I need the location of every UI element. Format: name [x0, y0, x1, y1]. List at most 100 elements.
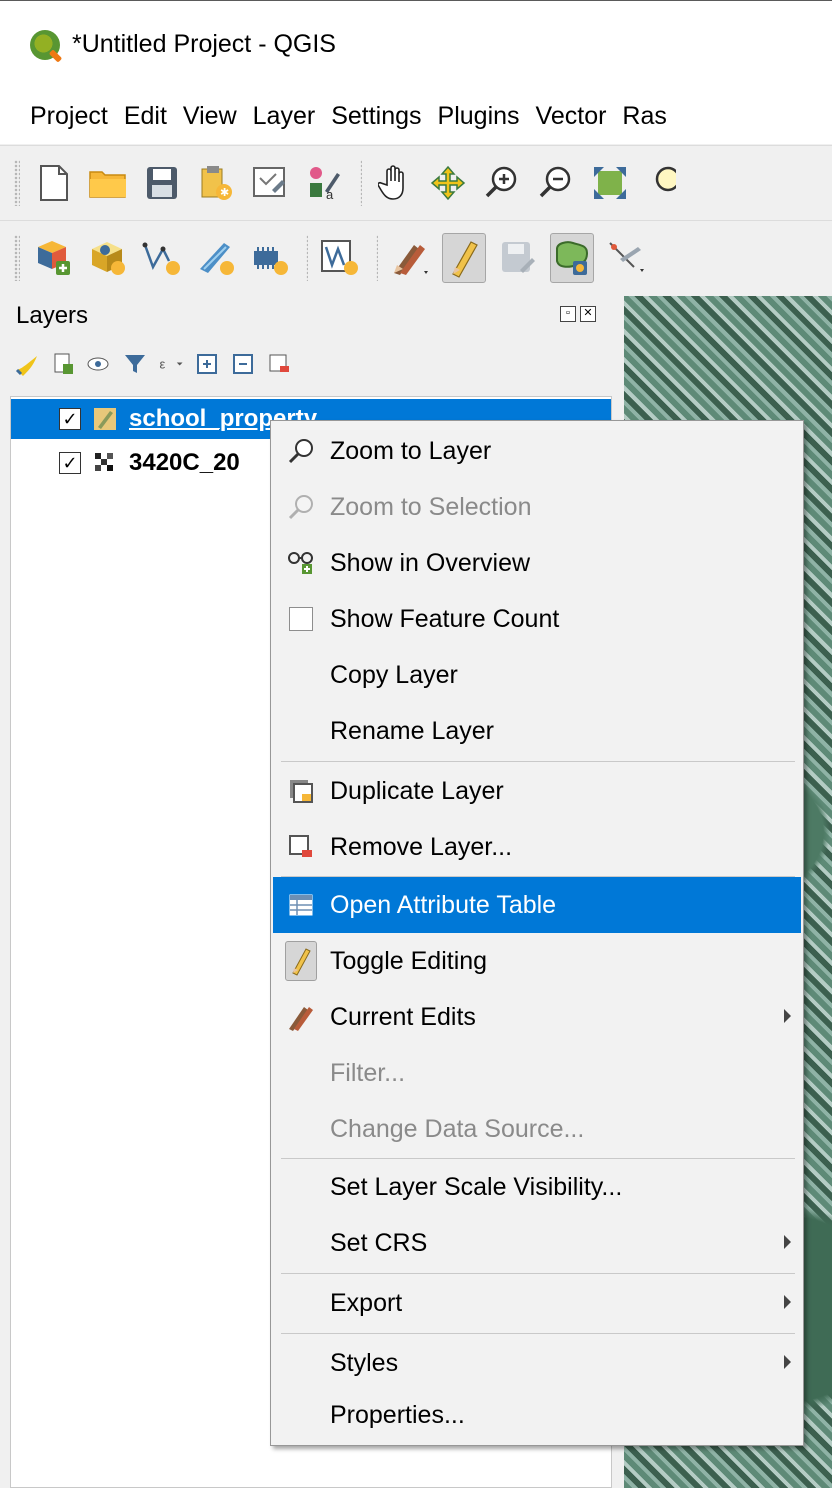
save-as-icon[interactable]: ✱	[194, 158, 238, 208]
expand-all-icon[interactable]	[194, 351, 220, 377]
menu-plugins[interactable]: Plugins	[438, 102, 520, 131]
menu-bar: Project Edit View Layer Settings Plugins…	[0, 88, 832, 144]
magnifier-icon	[285, 435, 317, 467]
submenu-arrow-icon	[784, 1355, 791, 1369]
new-mesh-layer-icon[interactable]	[318, 233, 362, 283]
data-source-manager-icon[interactable]	[32, 233, 76, 283]
menu-vector[interactable]: Vector	[536, 102, 607, 131]
menu-item-label: Duplicate Layer	[330, 776, 504, 805]
submenu-arrow-icon	[784, 1009, 791, 1023]
new-geopackage-layer-icon[interactable]	[86, 233, 130, 283]
print-layout-icon[interactable]	[248, 158, 292, 208]
digitize-polygon-icon[interactable]	[550, 232, 594, 283]
current-edits-toolbar-icon[interactable]	[388, 233, 432, 283]
close-panel-icon[interactable]: ✕	[580, 306, 596, 322]
menu-item-filter[interactable]: Filter...	[273, 1045, 801, 1101]
menu-item-label: Set Layer Scale Visibility...	[330, 1172, 623, 1201]
vertex-tool-icon[interactable]	[604, 233, 648, 283]
raster-layer-icon	[95, 453, 113, 471]
menu-item-properties[interactable]: Properties...	[273, 1387, 801, 1443]
pan-to-selection-icon[interactable]	[426, 158, 470, 208]
menu-edit[interactable]: Edit	[124, 102, 167, 131]
svg-text:✱: ✱	[220, 187, 229, 199]
filter-by-expression-icon[interactable]: ε	[158, 351, 184, 377]
menu-project[interactable]: Project	[30, 102, 108, 131]
menu-item-label: Current Edits	[330, 1002, 476, 1031]
menu-item-label: Toggle Editing	[330, 946, 488, 975]
layer-visibility-checkbox[interactable]: ✓	[59, 452, 81, 474]
menu-item-show-in-overview[interactable]: Show in Overview	[273, 535, 801, 591]
remove-layer-toolbar-icon[interactable]	[266, 351, 292, 377]
qgis-logo-icon	[30, 29, 60, 60]
manage-visibility-icon[interactable]	[86, 351, 112, 377]
menu-separator	[281, 761, 795, 762]
menu-item-label: Show Feature Count	[330, 604, 560, 633]
pan-map-icon[interactable]	[372, 158, 416, 208]
menu-item-label: Copy Layer	[330, 660, 458, 689]
menu-item-toggle-editing[interactable]: Toggle Editing	[273, 933, 801, 989]
menu-item-label: Set CRS	[330, 1228, 428, 1257]
save-project-icon[interactable]	[140, 158, 184, 208]
menu-item-show-feature-count[interactable]: Show Feature Count	[273, 591, 801, 647]
toolbar-grip[interactable]	[14, 159, 20, 206]
panel-window-buttons: ▫ ✕	[560, 306, 596, 322]
menu-layer[interactable]: Layer	[253, 102, 316, 131]
menu-item-set-layer-scale-visibility[interactable]: Set Layer Scale Visibility...	[273, 1159, 801, 1215]
menu-item-remove-layer[interactable]: Remove Layer...	[273, 819, 801, 875]
toolbar-grip[interactable]	[14, 234, 20, 281]
svg-text:a: a	[326, 187, 334, 201]
menu-item-zoom-to-layer[interactable]: Zoom to Layer	[273, 423, 801, 479]
layers-panel-toolbar: ε	[14, 346, 292, 382]
new-project-icon[interactable]	[32, 158, 76, 208]
menu-item-label: Zoom to Layer	[330, 436, 492, 465]
open-project-icon[interactable]	[86, 158, 130, 208]
menu-item-label: Show in Overview	[330, 548, 531, 577]
zoom-full-icon[interactable]	[588, 158, 632, 208]
menu-item-label: Rename Layer	[330, 716, 494, 745]
open-layer-styling-icon[interactable]	[14, 351, 40, 377]
magnifier-icon	[285, 491, 317, 523]
zoom-out-icon[interactable]	[534, 158, 578, 208]
menu-item-duplicate-layer[interactable]: Duplicate Layer	[273, 763, 801, 819]
menu-item-current-edits[interactable]: Current Edits	[273, 989, 801, 1045]
menu-item-zoom-to-selection[interactable]: Zoom to Selection	[273, 479, 801, 535]
new-temporary-layer-icon[interactable]	[194, 233, 238, 283]
menu-settings[interactable]: Settings	[331, 102, 421, 131]
polygon-layer-icon	[94, 408, 116, 430]
checkbox-icon[interactable]	[285, 603, 317, 635]
menu-item-label: Remove Layer...	[330, 832, 513, 861]
menu-item-export[interactable]: Export	[273, 1275, 801, 1331]
layer-visibility-checkbox[interactable]: ✓	[59, 408, 81, 430]
current-edits-icon	[285, 1001, 317, 1033]
menu-item-label: Styles	[330, 1348, 399, 1377]
menu-separator	[281, 1333, 795, 1334]
style-manager-icon[interactable]: a	[302, 158, 346, 208]
filter-legend-icon[interactable]	[122, 351, 148, 377]
project-toolbar: ✱ a	[0, 145, 832, 219]
duplicate-layer-icon	[285, 775, 317, 807]
menu-item-styles[interactable]: Styles	[273, 1335, 801, 1391]
zoom-in-icon[interactable]	[480, 158, 524, 208]
layer-toolbar	[0, 220, 832, 294]
new-shapefile-layer-icon[interactable]	[140, 233, 184, 283]
menu-item-rename-layer[interactable]: Rename Layer	[273, 703, 801, 759]
menu-item-set-crs[interactable]: Set CRS	[273, 1215, 801, 1271]
float-panel-icon[interactable]: ▫	[560, 306, 576, 322]
menu-raster[interactable]: Ras	[622, 102, 666, 131]
layers-panel-title: Layers	[16, 302, 89, 329]
toggle-editing-toolbar-icon[interactable]	[442, 232, 486, 283]
menu-view[interactable]: View	[183, 102, 237, 131]
svg-text:ε: ε	[159, 356, 165, 371]
menu-item-open-attribute-table[interactable]: Open Attribute Table	[273, 877, 801, 933]
toolbar-separator	[306, 234, 308, 281]
title-bar: *Untitled Project - QGIS	[0, 0, 832, 88]
save-layer-edits-icon[interactable]	[496, 233, 540, 283]
menu-item-change-data-source[interactable]: Change Data Source...	[273, 1101, 801, 1157]
add-group-icon[interactable]	[50, 351, 76, 377]
collapse-all-icon[interactable]	[230, 351, 256, 377]
menu-separator	[281, 1273, 795, 1274]
new-virtual-layer-icon[interactable]	[248, 233, 292, 283]
submenu-arrow-icon	[784, 1235, 791, 1249]
zoom-to-selection-toolbar-icon[interactable]	[642, 158, 686, 208]
menu-item-copy-layer[interactable]: Copy Layer	[273, 647, 801, 703]
